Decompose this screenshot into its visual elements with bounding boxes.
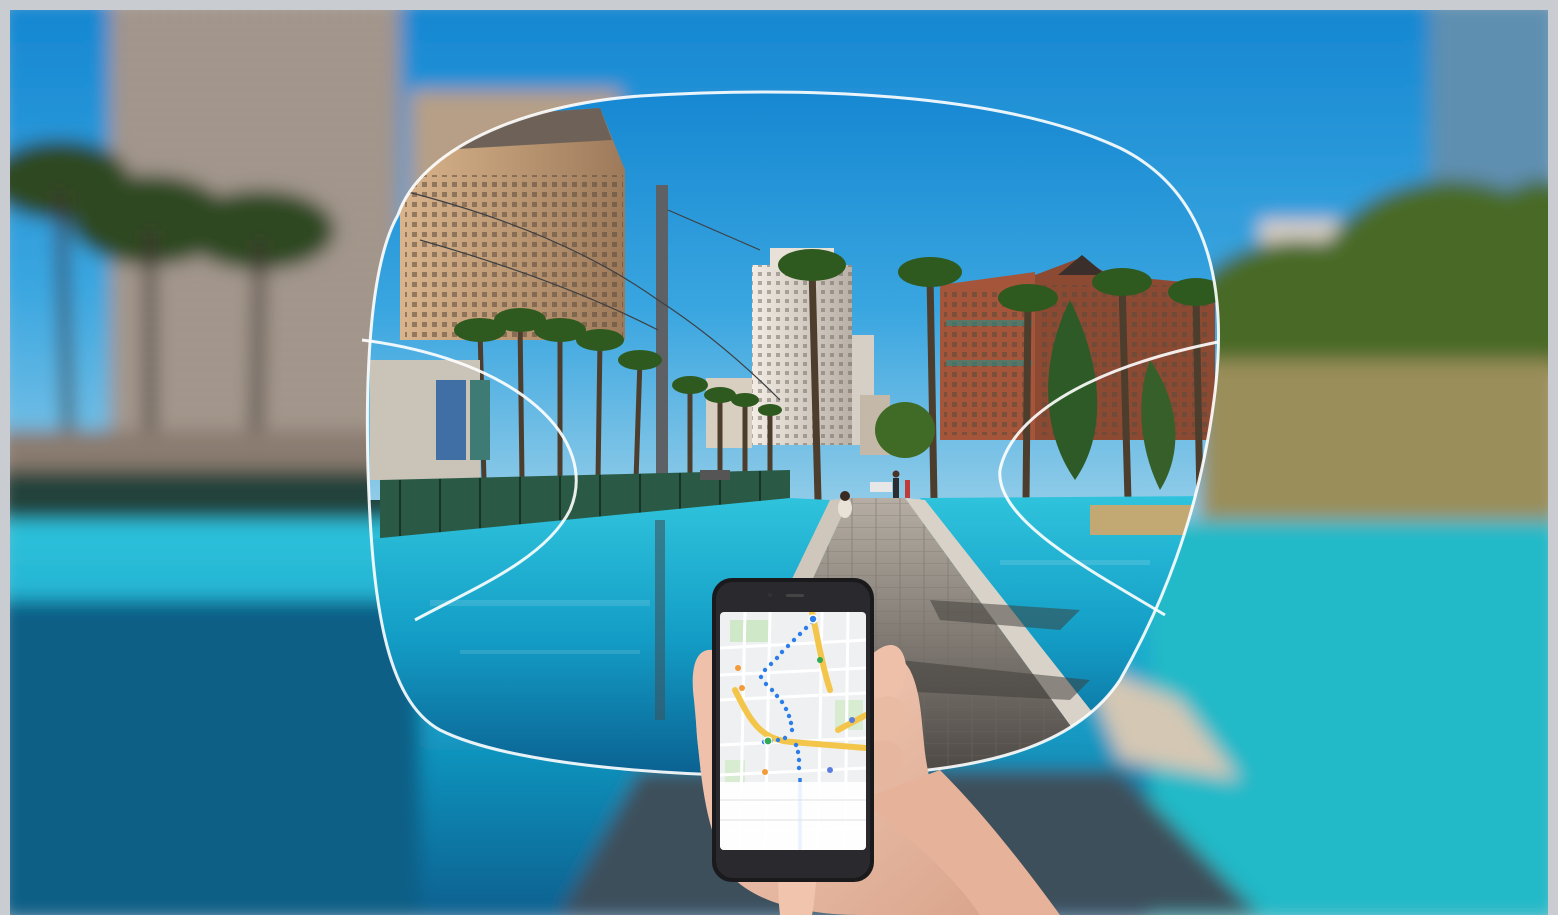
lens-illustration bbox=[0, 0, 1558, 915]
map-screen bbox=[720, 612, 866, 850]
smartphone bbox=[712, 578, 874, 882]
